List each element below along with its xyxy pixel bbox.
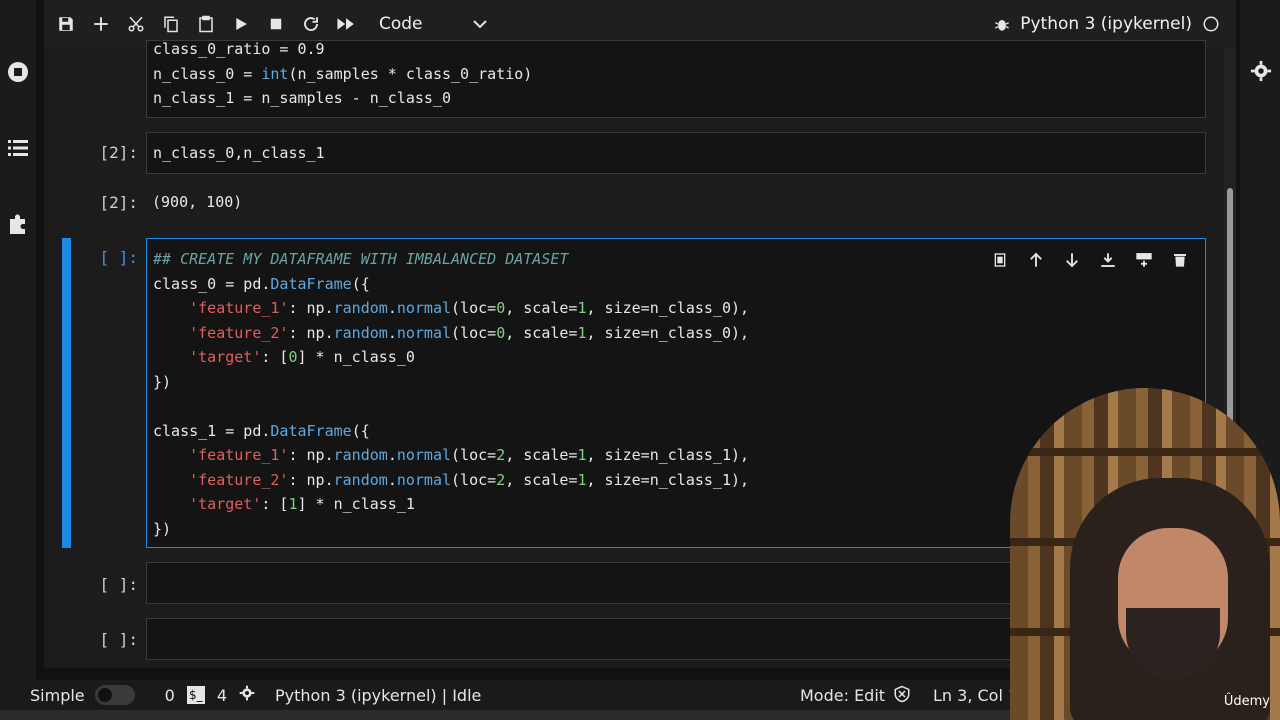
code-line: n_class_0 = int(n_samples * class_0_rati… [153, 64, 533, 83]
mode-off-icon [893, 685, 911, 707]
code-line: 'feature_1': np.random.normal(loc=0, sca… [189, 299, 750, 317]
cell-prompt: [2]: [99, 143, 138, 162]
copy-icon [163, 16, 178, 33]
paste-button[interactable] [188, 8, 223, 40]
editor-mode: Mode: Edit [800, 685, 886, 705]
insert-above-icon [1101, 253, 1115, 267]
debugger-icon[interactable] [994, 16, 1010, 32]
fast-forward-icon [336, 18, 354, 30]
cell-prompt: [ ]: [99, 575, 138, 594]
duplicate-cell-button[interactable] [989, 249, 1011, 271]
insert-below-button[interactable] [1133, 249, 1155, 271]
terminals-count[interactable]: 0 [165, 686, 175, 705]
output-prompt: [2]: [99, 193, 138, 212]
code-line: n_class_0,n_class_1 [153, 144, 325, 162]
code-line: 'feature_2': np.random.normal(loc=0, sca… [189, 323, 750, 342]
active-cell-indicator [62, 238, 71, 548]
terminal-icon: $_ [186, 686, 205, 704]
code-line: n_class_1 = n_samples - n_class_0 [153, 89, 452, 107]
insert-above-button[interactable] [1097, 249, 1119, 271]
left-activity-bar [0, 0, 36, 680]
code-line: class_0_ratio = 0.9 [153, 40, 325, 58]
simple-mode-label: Simple [30, 685, 85, 705]
move-down-button[interactable] [1061, 249, 1083, 271]
kernel-status[interactable]: Python 3 (ipykernel) | Idle [275, 686, 481, 705]
restart-run-all-button[interactable] [328, 8, 363, 40]
restart-button[interactable] [293, 8, 328, 40]
kernel-name: Python 3 (ipykernel) [1020, 14, 1192, 34]
property-inspector-icon[interactable] [1250, 60, 1272, 86]
plus-icon [93, 17, 108, 31]
simple-mode-toggle[interactable] [94, 685, 135, 705]
code-line: }) [153, 372, 172, 391]
code-line: 'target': [0] * n_class_0 [189, 348, 415, 366]
table-of-contents-icon[interactable] [4, 134, 32, 162]
scissors-icon [128, 16, 143, 32]
move-up-button[interactable] [1025, 249, 1047, 271]
cell-type-value: Code [379, 14, 423, 34]
extension-manager-icon[interactable] [4, 210, 32, 238]
insert-cell-button[interactable] [83, 8, 118, 40]
cell-prompt: [ ]: [99, 630, 138, 649]
code-line: class_0 = pd.DataFrame({ [153, 274, 370, 293]
kernel-idle-icon [1203, 16, 1219, 32]
kernel-settings-icon[interactable] [239, 685, 255, 705]
webcam-overlay: Ûdemy [1010, 388, 1280, 720]
interrupt-button[interactable] [258, 8, 293, 40]
cut-button[interactable] [118, 8, 153, 40]
play-icon [235, 18, 247, 30]
clipboard-icon [198, 15, 213, 33]
code-cell-editor[interactable]: class_0_ratio = 0.9 n_class_0 = int(n_sa… [146, 40, 1206, 118]
cell-toolbar [989, 249, 1191, 271]
run-button[interactable] [223, 8, 258, 40]
stop-icon [270, 18, 281, 30]
arrow-up-icon [1030, 252, 1042, 267]
duplicate-icon [994, 253, 1006, 267]
copy-button[interactable] [153, 8, 188, 40]
udemy-watermark: Ûdemy [1223, 694, 1270, 709]
cell-type-select[interactable]: Code [379, 14, 487, 34]
kernels-count[interactable]: 4 [217, 686, 227, 705]
chevron-down-icon [473, 20, 487, 29]
running-kernels-icon[interactable] [4, 58, 32, 86]
cell-output: (900, 100) [152, 193, 243, 211]
save-icon [58, 17, 73, 31]
delete-cell-button[interactable] [1169, 249, 1191, 271]
save-button[interactable] [48, 8, 83, 40]
insert-below-icon [1136, 253, 1152, 267]
arrow-down-icon [1066, 253, 1078, 268]
refresh-icon [303, 17, 318, 31]
trash-icon [1174, 254, 1186, 267]
code-cell-editor[interactable]: n_class_0,n_class_1 [146, 132, 1206, 174]
